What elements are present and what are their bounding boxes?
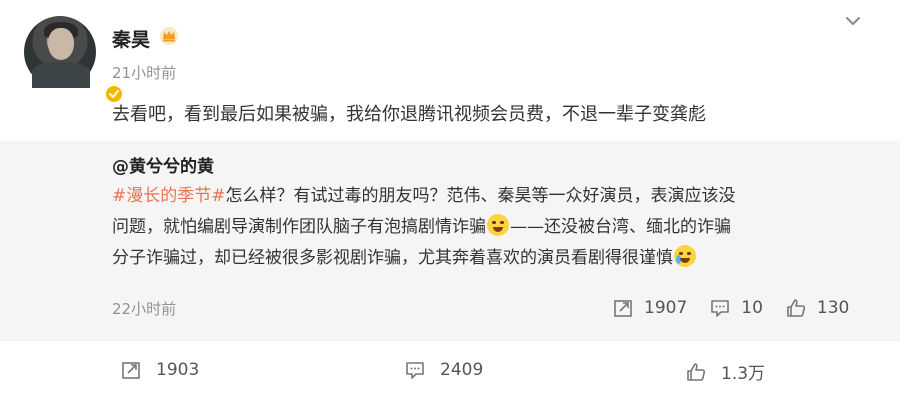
comment-icon <box>711 300 730 317</box>
repost-block[interactable]: @黄兮兮的黄 #漫长的季节#怎么样？有试过毒的朋友吗？范伟、秦昊等一众好演员，表… <box>0 141 900 340</box>
like-icon <box>787 299 805 317</box>
avatar-shoulders <box>32 62 90 88</box>
post-content: 去看吧，看到最后如果被骗，我给你退腾讯视频会员费，不退一辈子变龚彪 <box>112 104 706 125</box>
avatar[interactable] <box>24 16 124 104</box>
like-button[interactable]: 1.3万 <box>685 359 765 384</box>
repost-icon <box>614 300 632 317</box>
repost-comment-count: 10 <box>741 298 763 318</box>
avatar-face <box>48 28 74 60</box>
repost-icon <box>122 362 140 379</box>
grimace-emoji-icon <box>487 214 509 236</box>
username[interactable]: 秦昊 <box>112 25 150 52</box>
repost-actions: 1907 10 130 <box>612 295 871 321</box>
chevron-down-icon[interactable] <box>842 10 864 32</box>
like-icon <box>687 362 706 381</box>
repost-text: #漫长的季节#怎么样？有试过毒的朋友吗？范伟、秦昊等一众好演员，表演应该没问题，… <box>112 181 742 274</box>
repost-repost-count: 1907 <box>644 298 688 318</box>
weibo-post-card: 秦昊 21小时前 去看吧，看到最后如果被骗，我给你退腾讯视频会员费，不退一辈子变… <box>0 0 900 403</box>
repost-count: 1903 <box>156 360 200 380</box>
crown-icon <box>160 27 178 45</box>
repost-comment-button[interactable]: 10 <box>709 297 763 319</box>
repost-author-link[interactable]: @黄兮兮的黄 <box>112 152 214 177</box>
comment-count: 2409 <box>440 360 484 380</box>
crying-emoji-icon <box>674 245 696 267</box>
post-actions: 1903 2409 1.3万 <box>0 340 900 403</box>
comment-button[interactable]: 2409 <box>404 359 483 381</box>
repost-like-button[interactable]: 130 <box>785 297 849 319</box>
repost-repost-button[interactable]: 1907 <box>612 297 687 319</box>
post-time: 21小时前 <box>112 64 177 82</box>
repost-like-count: 130 <box>816 298 850 318</box>
repost-button[interactable]: 1903 <box>120 359 199 381</box>
repost-time: 22小时前 <box>112 300 177 318</box>
like-count: 1.3万 <box>721 364 766 384</box>
comment-icon <box>406 362 424 379</box>
hashtag-link[interactable]: #漫长的季节# <box>112 186 226 206</box>
